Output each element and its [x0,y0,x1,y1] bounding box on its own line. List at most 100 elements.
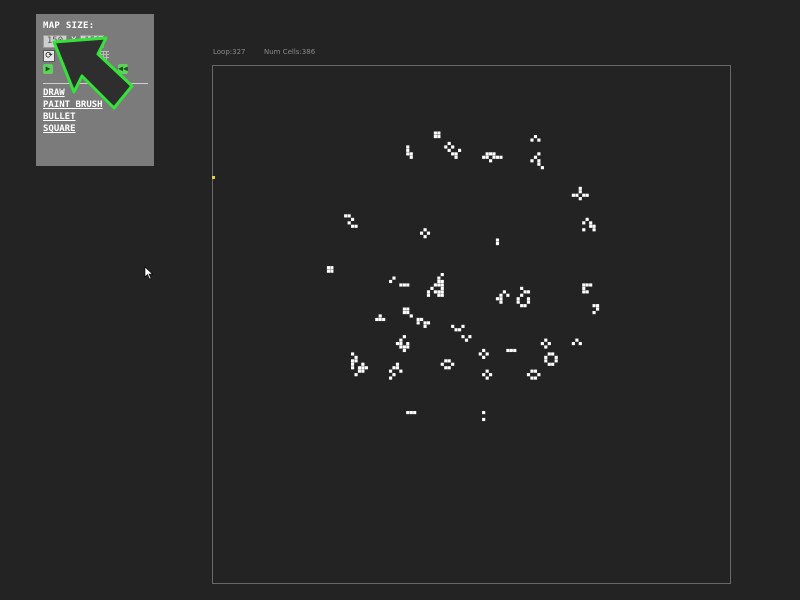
live-cell [399,369,403,373]
live-cell [433,290,437,294]
live-cell [430,286,434,290]
action-buttons-row: ⟳ [43,49,154,63]
play-icon[interactable]: ▶ [43,64,53,74]
live-cell [530,138,534,142]
map-width-input[interactable]: 150 [43,34,67,48]
live-cell [364,366,368,370]
live-cell [506,348,510,353]
live-cell [502,290,506,294]
live-cell [423,235,427,239]
live-cell [461,324,465,328]
live-cell [351,217,355,221]
panel-divider [43,83,148,84]
live-cell [437,283,441,287]
live-cell [354,355,358,359]
live-cell [537,138,541,142]
live-cell [544,355,548,359]
live-cell [399,345,403,349]
live-cell [499,155,503,159]
live-cell [351,366,355,370]
live-cell [426,293,431,297]
live-cell [589,224,593,228]
live-cell [575,193,579,197]
live-cell [351,224,355,228]
tool-bullet[interactable]: BULLET [43,111,154,123]
live-cell [351,362,355,366]
live-cell [482,355,486,359]
live-cell [409,314,413,318]
live-cell [589,283,593,287]
live-cell [454,155,458,159]
tool-square[interactable]: SQUARE [43,123,154,135]
live-cell [516,300,520,304]
grid-icon[interactable] [100,51,109,60]
live-cell [451,152,455,156]
live-cell [578,197,582,201]
live-cell [526,300,531,304]
map-size-row: 150 X 150 [43,34,154,48]
live-cell [582,228,586,232]
live-cell [530,376,534,380]
live-cell [520,304,524,308]
live-cell [402,345,406,349]
live-cell [582,286,586,290]
live-cell [530,369,534,373]
live-cell [506,293,510,297]
live-cell [468,335,472,339]
live-cell [330,269,334,273]
live-cell [495,238,500,242]
live-cell [402,335,406,339]
live-cell [437,290,441,294]
live-cell [357,369,362,373]
refresh-icon[interactable]: ⟳ [43,50,55,62]
live-cell [551,352,555,356]
live-cell [361,369,365,373]
live-cell [592,224,596,228]
live-cell [489,159,493,163]
live-cell [582,290,586,294]
game-board[interactable] [212,65,731,584]
live-cell [378,314,382,318]
map-height-input[interactable]: 150 [80,34,105,48]
live-cell [492,155,496,159]
live-cell [571,342,575,346]
live-cell [402,311,406,315]
live-cell [464,338,469,342]
live-cell [444,145,448,149]
live-cell [375,317,379,322]
live-cell [592,228,596,232]
live-cell [437,135,441,139]
live-cell [451,362,455,366]
live-cell [416,321,420,325]
tool-paint-brush[interactable]: PAINT BRUSH [43,99,154,111]
live-cell [433,131,437,135]
live-cell [482,417,486,422]
live-cell [433,283,437,287]
live-cell [499,300,503,304]
live-cell [402,307,406,311]
live-cell [499,293,503,297]
live-cell [440,279,444,284]
control-panel: MAP SIZE: 150 X 150 ⟳ ▶ ◀◀ DRAW PAINT BR… [36,14,154,166]
live-cell [533,369,538,373]
live-cell [451,145,455,149]
live-cell [354,359,358,363]
live-cell [544,338,548,342]
cell-grid [326,131,600,422]
live-cell [516,297,520,301]
live-cell [547,362,551,366]
live-cell [395,366,400,370]
live-cell [344,214,348,218]
live-cell [578,186,582,190]
live-cell [499,297,503,301]
live-cell [347,214,351,218]
live-cell [406,152,410,156]
tool-draw[interactable]: DRAW [43,87,154,99]
live-cell [399,283,403,287]
live-cell [326,269,331,273]
rewind-icon[interactable]: ◀◀ [118,64,128,74]
live-cell [596,304,600,308]
live-cell [489,373,493,377]
live-cell [347,221,351,225]
live-cell [399,338,403,342]
